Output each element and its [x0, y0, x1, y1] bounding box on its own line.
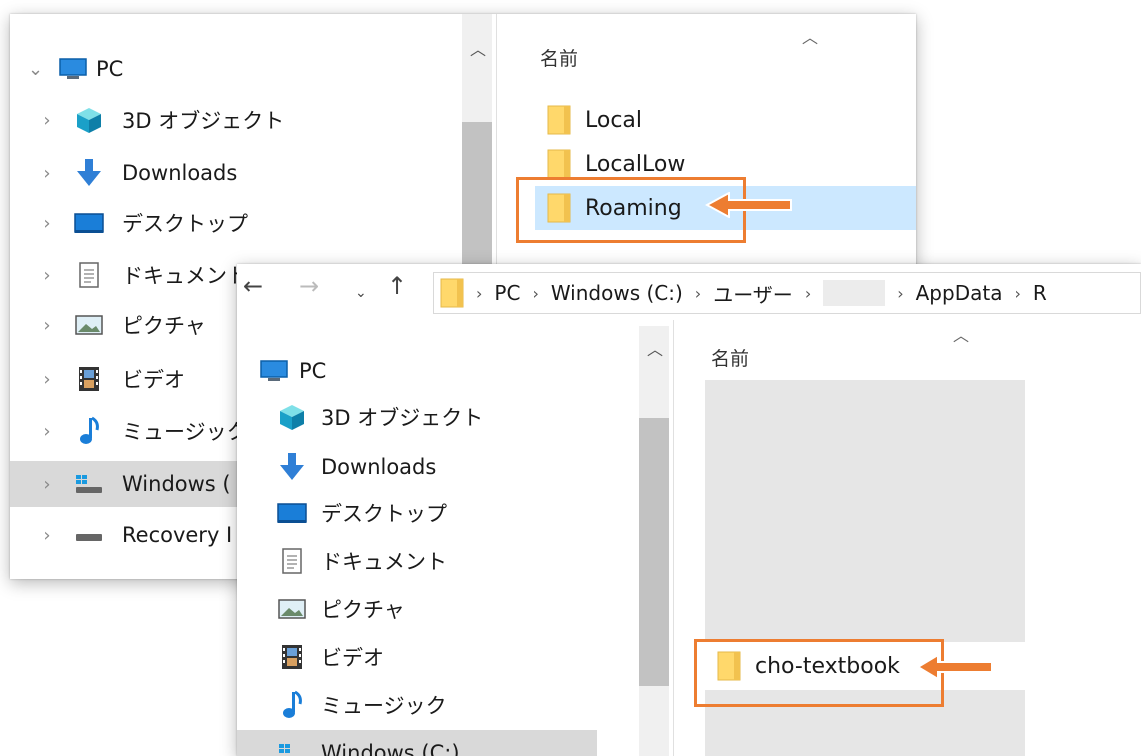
front-explorer-window: ← → ⌄ ↑ › PC › Windows (C:) › ユーザー › › A… — [237, 264, 1141, 756]
videos-icon — [277, 644, 307, 670]
nav-item-pc[interactable]: PC — [237, 348, 637, 394]
nav-label: PC — [96, 57, 124, 81]
sort-ascending-icon: ︿ — [953, 326, 970, 345]
nav-item-documents[interactable]: ドキュメント — [237, 538, 637, 584]
pictures-icon — [74, 312, 104, 338]
desktop-icon — [74, 210, 104, 236]
file-name: Local — [585, 107, 643, 133]
documents-icon — [277, 548, 307, 574]
nav-scrollbar[interactable]: ︿ — [639, 326, 669, 756]
nav-label: 3D オブジェクト — [122, 109, 285, 133]
music-icon — [277, 690, 307, 718]
documents-icon — [74, 262, 104, 288]
nav-label: ドキュメント — [321, 550, 447, 574]
breadcrumb-separator-icon: › — [804, 283, 812, 303]
folder-icon — [547, 149, 571, 179]
nav-label: ビデオ — [122, 368, 185, 392]
folder-icon — [547, 105, 571, 135]
drive-icon — [277, 740, 307, 756]
nav-label: ミュージック — [321, 694, 447, 718]
pc-icon — [58, 56, 88, 82]
nav-label: Downloads — [122, 161, 238, 185]
desktop-icon — [277, 500, 307, 526]
breadcrumb-roaming[interactable]: R — [1033, 281, 1047, 305]
nav-label: ドキュメント — [122, 264, 248, 288]
scroll-up-icon[interactable]: ︿ — [647, 336, 663, 360]
nav-label: Windows ( — [122, 472, 231, 496]
nav-item-downloads[interactable]: Downloads — [237, 444, 637, 490]
chevron-right-icon[interactable]: › — [40, 369, 54, 390]
breadcrumb-separator-icon: › — [1014, 283, 1021, 303]
sort-ascending-icon: ︿ — [802, 28, 819, 47]
chevron-right-icon[interactable]: › — [40, 163, 54, 184]
column-header-name[interactable]: 名前 — [711, 344, 749, 371]
3d-objects-icon — [277, 404, 307, 430]
nav-item-3d-objects[interactable]: › 3D オブジェクト — [10, 97, 510, 143]
pictures-icon — [277, 596, 307, 622]
nav-label: PC — [299, 359, 327, 383]
arrow-left-icon — [705, 192, 792, 218]
nav-item-music[interactable]: ミュージック — [237, 682, 637, 728]
chevron-right-icon[interactable]: › — [40, 525, 54, 546]
nav-item-desktop[interactable]: › デスクトップ — [10, 200, 510, 246]
nav-label: デスクトップ — [321, 502, 447, 526]
chevron-right-icon[interactable]: › — [40, 265, 54, 286]
nav-item-videos[interactable]: ビデオ — [237, 634, 637, 680]
music-icon — [74, 416, 104, 444]
chevron-right-icon[interactable]: › — [40, 315, 54, 336]
nav-item-desktop[interactable]: デスクトップ — [237, 490, 637, 536]
file-row-local[interactable]: Local — [535, 100, 916, 140]
breadcrumb-separator-icon: › — [897, 283, 904, 303]
nav-label: ビデオ — [321, 646, 384, 670]
column-header-name[interactable]: 名前 — [540, 44, 578, 71]
nav-label: デスクトップ — [122, 212, 248, 236]
scrollbar-thumb[interactable] — [639, 418, 669, 686]
downloads-icon — [74, 159, 104, 186]
nav-label: 3D オブジェクト — [321, 406, 484, 430]
chevron-right-icon[interactable]: › — [40, 213, 54, 234]
nav-item-pictures[interactable]: ピクチャ — [237, 586, 637, 632]
chevron-right-icon[interactable]: › — [40, 474, 54, 495]
breadcrumb-username-redacted[interactable] — [823, 280, 886, 306]
breadcrumb-separator-icon: › — [694, 283, 702, 303]
3d-objects-icon — [74, 107, 104, 133]
nav-item-windows-drive[interactable]: Windows (C:) — [237, 730, 597, 756]
highlight-box-cho-textbook — [694, 639, 944, 707]
breadcrumb-users[interactable]: ユーザー — [713, 279, 793, 308]
nav-label: ピクチャ — [321, 598, 405, 622]
pc-icon — [259, 358, 289, 384]
nav-label: Downloads — [321, 455, 437, 479]
drive-icon — [74, 471, 104, 497]
chevron-down-icon[interactable]: ⌄ — [28, 59, 43, 80]
file-name: LocalLow — [585, 151, 686, 177]
chevron-right-icon[interactable]: › — [40, 421, 54, 442]
nav-label: ミュージック — [122, 420, 248, 444]
nav-item-pc[interactable]: ⌄ PC — [10, 46, 510, 92]
breadcrumb-appdata[interactable]: AppData — [916, 281, 1003, 305]
nav-label: Recovery I — [122, 523, 233, 547]
videos-icon — [74, 366, 104, 392]
nav-item-3d-objects[interactable]: 3D オブジェクト — [237, 394, 637, 440]
arrow-left-icon — [916, 654, 993, 680]
redacted-file-list — [705, 380, 1025, 642]
pane-divider — [673, 320, 674, 756]
nav-label: Windows (C:) — [321, 741, 460, 756]
chevron-right-icon[interactable]: › — [40, 110, 54, 131]
downloads-icon — [277, 453, 307, 480]
scroll-up-icon[interactable]: ︿ — [470, 36, 486, 60]
nav-item-downloads[interactable]: › Downloads — [10, 150, 510, 196]
nav-label: ピクチャ — [122, 314, 206, 338]
recovery-drive-icon — [74, 522, 104, 548]
navigation-pane: PC 3D オブジェクト Downloads デスクトップ ドキュメント ピクチ… — [237, 264, 637, 756]
